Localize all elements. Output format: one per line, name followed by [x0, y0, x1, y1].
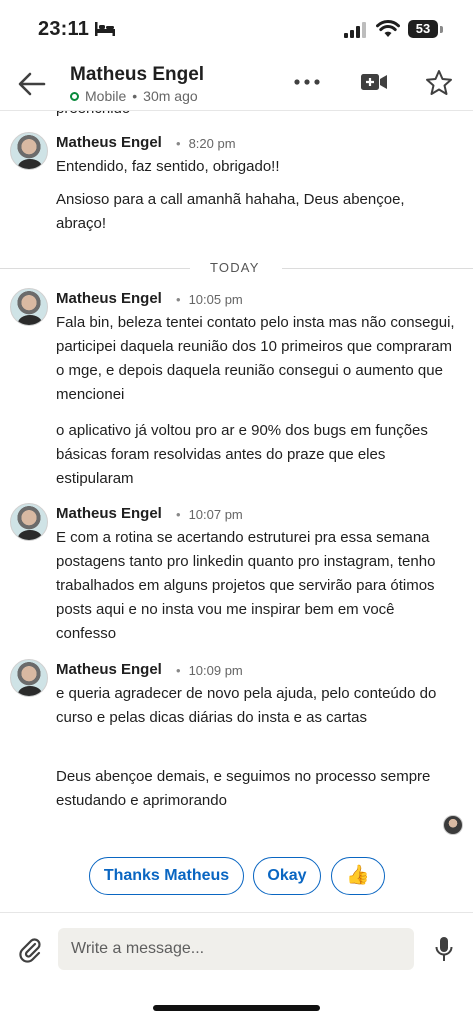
back-arrow-icon — [18, 72, 46, 96]
sender-name[interactable]: Matheus Engel — [56, 290, 162, 307]
conversation-header: Matheus Engel Mobile • 30m ago — [0, 56, 473, 111]
date-divider-line — [0, 268, 190, 269]
message-time: 10:09 pm — [176, 663, 243, 678]
truncated-message-text: preenchido — [56, 110, 130, 117]
video-call-button[interactable] — [360, 70, 388, 94]
attach-button[interactable] — [16, 935, 44, 963]
status-bar: 23:11 53 — [0, 0, 473, 56]
suggested-reply-button[interactable]: Thanks Matheus — [89, 857, 244, 895]
wifi-icon — [376, 20, 400, 43]
sender-name[interactable]: Matheus Engel — [56, 505, 162, 522]
more-icon — [294, 79, 320, 85]
contact-name[interactable]: Matheus Engel — [70, 64, 204, 86]
message-text: Ansioso para a call amanhã hahaha, Deus … — [56, 191, 405, 232]
sender-avatar[interactable] — [10, 503, 48, 541]
voice-message-button[interactable] — [434, 935, 454, 963]
more-options-button[interactable] — [292, 70, 322, 94]
thumbs-up-reply-button[interactable]: 👍 — [331, 857, 385, 895]
presence-time: 30m ago — [143, 88, 198, 104]
date-divider-line — [282, 268, 473, 269]
cellular-signal-icon — [344, 22, 368, 43]
message-time: 10:07 pm — [176, 507, 243, 522]
message-input[interactable] — [58, 928, 414, 970]
star-conversation-button[interactable] — [424, 68, 454, 98]
sender-name[interactable]: Matheus Engel — [56, 661, 162, 678]
message-text: Entendido, faz sentido, obrigado!! — [56, 158, 280, 175]
status-time: 23:11 — [38, 18, 90, 40]
battery-icon: 53 — [408, 20, 438, 38]
read-receipt-avatar — [443, 815, 463, 835]
sender-avatar[interactable] — [10, 659, 48, 697]
online-status-icon — [70, 92, 79, 101]
message-text: o aplicativo já voltou pro ar e 90% dos … — [56, 422, 428, 487]
microphone-icon — [435, 937, 453, 961]
message-text: e queria agradecer de novo pela ajuda, p… — [56, 685, 437, 726]
back-button[interactable] — [14, 66, 50, 102]
message-composer — [0, 912, 473, 1025]
star-icon — [426, 70, 452, 95]
message-text: E com a rotina se acertando estruturei p… — [56, 529, 436, 642]
video-camera-icon — [361, 74, 387, 90]
sender-avatar[interactable] — [10, 132, 48, 170]
presence-separator: • — [132, 88, 138, 104]
sender-name[interactable]: Matheus Engel — [56, 134, 162, 151]
sleep-focus-icon — [94, 22, 116, 41]
message-time: 10:05 pm — [176, 292, 243, 307]
presence-device: Mobile — [85, 88, 127, 104]
message-time: 8:20 pm — [176, 136, 236, 151]
battery-tip — [440, 26, 443, 33]
paperclip-icon — [19, 938, 41, 963]
message-text: Deus abençoe demais, e seguimos no proce… — [56, 768, 431, 809]
home-indicator — [153, 1005, 320, 1011]
sender-avatar[interactable] — [10, 288, 48, 326]
suggested-reply-button[interactable]: Okay — [253, 857, 321, 895]
message-text: Fala bin, beleza tentei contato pelo ins… — [56, 314, 455, 403]
date-divider-label: TODAY — [210, 260, 260, 275]
presence-status: Mobile • 30m ago — [70, 88, 198, 104]
